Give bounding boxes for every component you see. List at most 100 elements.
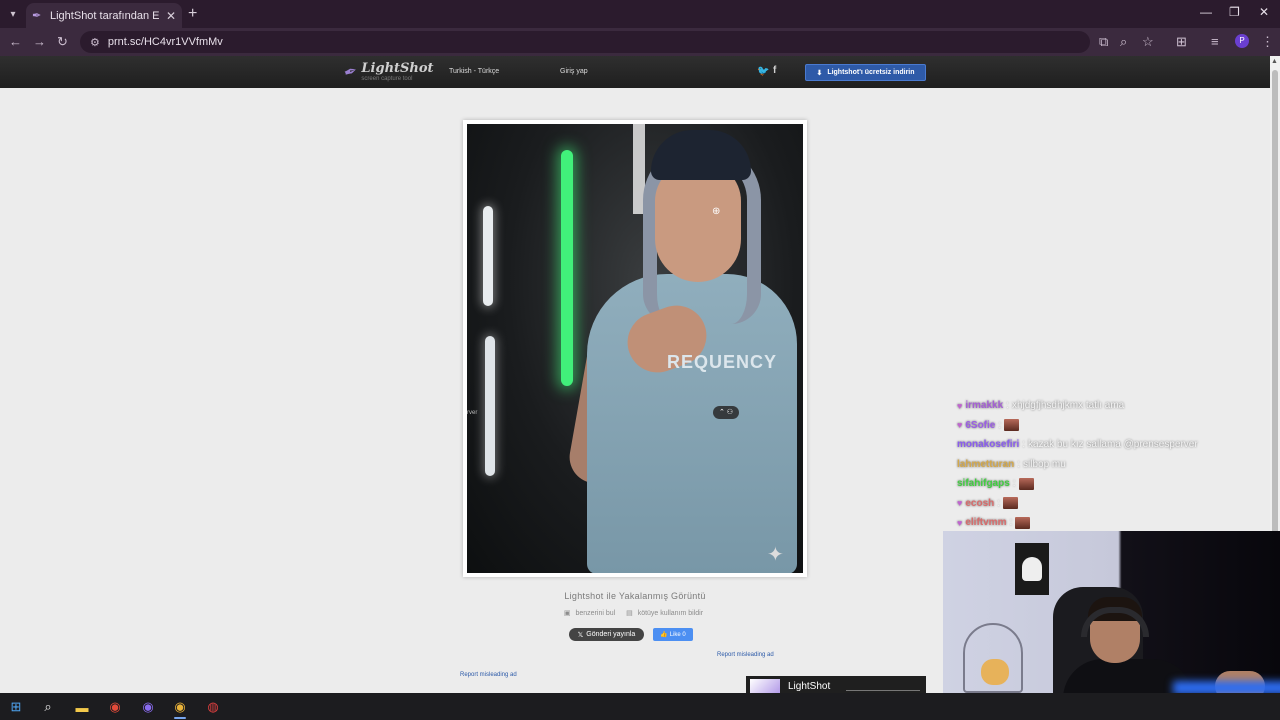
restore-icon[interactable]: ❐ — [1229, 5, 1240, 19]
tab-search-icon[interactable]: ▾ — [0, 0, 26, 28]
chat-message: sifahifgaps: — [957, 474, 1277, 494]
close-tab-icon[interactable]: ✕ — [166, 9, 176, 23]
login-link[interactable]: Giriş yap — [560, 68, 588, 75]
twitter-icon[interactable]: 🐦 — [757, 66, 769, 77]
chat-text: xhjdgfjhsdhjkmx tatlı ama — [1011, 400, 1125, 412]
chrome-active-icon[interactable]: ◉ — [170, 697, 190, 717]
chrome-icon[interactable]: ◉ — [105, 697, 125, 717]
ad-title: LightShot — [788, 680, 831, 692]
reading-list-icon[interactable]: ≡ — [1211, 34, 1219, 50]
feather-icon: ✒ — [341, 62, 361, 83]
shirt-print: REQUENCY — [667, 352, 778, 372]
white-neon-light — [485, 336, 495, 476]
chat-message: ♥ ecosh: — [957, 494, 1277, 514]
browser-menu-icon[interactable]: ⋮ — [1261, 34, 1274, 50]
download-button[interactable]: ⬇ Lightshot'ı ücretsiz indirin — [805, 64, 926, 81]
site-info-icon[interactable]: ⚙ — [90, 36, 100, 49]
lightshot-favicon-icon: ✒ — [32, 9, 42, 22]
thumbs-up-icon: 👍 — [660, 632, 668, 638]
logo-tagline: screen capture tool — [361, 76, 413, 82]
lightshot-header — [0, 56, 1270, 88]
chat-message: ♥ irmakkk: xhjdgfjhsdhjkmx tatlı ama — [957, 396, 1277, 416]
report-abuse-link[interactable]: ▤ kötüye kullanım bildir — [626, 610, 706, 617]
scroll-up-icon[interactable]: ▲ — [1271, 58, 1278, 65]
chat-message: ♥ 6Sofie: — [957, 416, 1277, 436]
chat-username: sifahifgaps — [957, 478, 1010, 490]
bookmark-star-icon[interactable]: ☆ — [1142, 34, 1154, 50]
chat-username: 6Sofie — [965, 419, 996, 431]
chat-separator: : — [1022, 439, 1026, 451]
chat-badge-icon: ♥ — [957, 400, 963, 411]
report-ad-link[interactable]: Report misleading ad — [460, 672, 517, 678]
recording-app-icon[interactable]: ◍ — [203, 697, 223, 717]
chat-badge-icon: ♥ — [957, 498, 963, 509]
minimize-icon[interactable]: — — [1200, 5, 1212, 19]
back-icon[interactable]: ← — [9, 34, 22, 50]
windows-taskbar: ⊞ ⌕ ▬ ◉ ◉ ◉ ◍ — [0, 693, 1280, 720]
profile-avatar[interactable]: P — [1235, 34, 1249, 48]
facebook-icon[interactable]: f — [773, 65, 776, 76]
chat-username: ecosh — [965, 497, 995, 509]
find-similar-link[interactable]: ▣ benzerini bul — [564, 610, 618, 617]
close-window-icon[interactable]: ✕ — [1259, 5, 1269, 19]
sparkle-icon: ✦ — [767, 544, 784, 566]
green-neon-light — [561, 150, 573, 386]
chat-username: eliftvmm — [965, 517, 1007, 529]
chat-text: silbop mu — [1023, 458, 1066, 470]
chat-text: kazak bu kız sallama @prensesperver — [1028, 439, 1198, 451]
install-app-icon[interactable]: ⧉ — [1099, 34, 1108, 50]
download-icon: ⬇ — [816, 69, 823, 77]
chat-separator: : — [1006, 400, 1009, 412]
chat-badge-icon: ♥ — [957, 517, 963, 528]
download-label: Lightshot'ı ücretsiz indirin — [827, 69, 915, 76]
ad-progress-line — [846, 690, 920, 691]
chat-separator: : — [1009, 517, 1013, 529]
zoom-icon[interactable]: ⌕ — [1120, 34, 1127, 50]
plush-toy — [981, 659, 1009, 685]
logo-name: LightShot — [361, 61, 434, 76]
forward-icon[interactable]: → — [33, 34, 46, 50]
post-label: Gönderi yayınla — [586, 631, 636, 638]
file-explorer-icon[interactable]: ▬ — [72, 697, 92, 717]
chat-emote-icon — [1015, 516, 1031, 529]
person-head — [655, 162, 741, 282]
post-button[interactable]: 𝕏 Gönderi yayınla — [569, 628, 644, 641]
chat-emote-icon — [1018, 477, 1034, 490]
chat-username: lahmetturan — [957, 458, 1015, 470]
find-similar-label: benzerini bul — [575, 610, 616, 617]
chat-badge-icon: ♥ — [957, 420, 963, 431]
new-tab-icon[interactable]: + — [188, 5, 197, 23]
person-cap — [651, 130, 751, 180]
ad-thumbnail — [750, 679, 780, 693]
extensions-icon[interactable]: ⊞ — [1176, 34, 1187, 50]
reload-icon[interactable]: ↻ — [57, 34, 68, 50]
report-abuse-label: kötüye kullanım bildir — [637, 610, 704, 617]
like-button[interactable]: 👍 Like 0 — [653, 628, 693, 641]
browser-tab[interactable]: ✒ LightShot tarafından Ekran Görü ✕ — [26, 3, 182, 28]
address-bar[interactable]: ⚙ prnt.sc/HC4vr1VVfmMv — [80, 31, 1090, 53]
white-neon-light — [483, 206, 493, 306]
stream-chat-overlay: ♥ irmakkk: xhjdgfjhsdhjkmx tatlı ama ♥ 6Sofi… — [957, 396, 1277, 533]
windows-start-icon[interactable]: ⊞ — [6, 697, 26, 717]
chat-emote-icon — [1004, 419, 1020, 432]
chat-message: monakosefiri: kazak bu kız sallama @prens… — [957, 435, 1277, 455]
captured-image[interactable]: REQUENCY rver ⌃ ⚇ ⊕ ✦ — [467, 124, 803, 573]
chat-separator: : — [1017, 458, 1021, 470]
like-label: Like 0 — [669, 631, 686, 638]
image-overlay-pill[interactable]: ⌃ ⚇ — [713, 406, 739, 419]
search-icon[interactable]: ⌕ — [38, 697, 58, 717]
screenshot-frame: REQUENCY rver ⌃ ⚇ ⊕ ✦ — [463, 120, 807, 577]
chat-separator: : — [998, 419, 1002, 431]
chrome-profile-icon[interactable]: ◉ — [138, 697, 158, 717]
lightshot-logo[interactable]: ✒ LightShot screen capture tool — [341, 61, 434, 83]
active-app-indicator — [174, 717, 186, 719]
webcam-overlay — [943, 531, 1280, 694]
report-ad-link[interactable]: Report misleading ad — [717, 652, 774, 658]
language-selector[interactable]: Turkish - Türkçe — [449, 68, 499, 75]
tab-title: LightShot tarafından Ekran Görü — [50, 9, 160, 22]
wall-poster — [1015, 543, 1049, 595]
cursor-icon: ⊕ — [712, 206, 721, 217]
chat-emote-icon — [1003, 497, 1019, 510]
peek-text: rver — [467, 410, 478, 416]
chat-separator: : — [997, 497, 1001, 509]
